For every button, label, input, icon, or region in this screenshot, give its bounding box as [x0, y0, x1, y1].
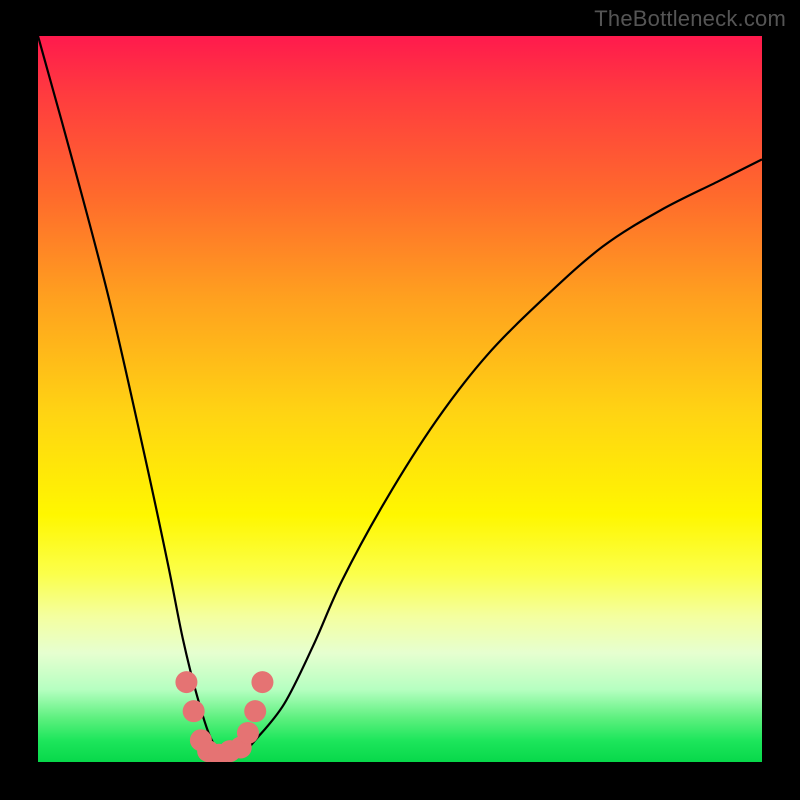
sample-point	[237, 722, 259, 744]
sample-point	[251, 671, 273, 693]
sample-point	[219, 740, 241, 762]
sample-point	[230, 736, 252, 758]
sample-point	[190, 729, 212, 751]
watermark-text: TheBottleneck.com	[594, 6, 786, 32]
points-layer	[38, 36, 762, 762]
sample-points	[175, 671, 273, 762]
sample-point	[244, 700, 266, 722]
sample-point	[183, 700, 205, 722]
sample-point	[175, 671, 197, 693]
chart-frame: TheBottleneck.com	[0, 0, 800, 800]
sample-point	[208, 744, 230, 762]
bottleneck-curve	[38, 36, 762, 757]
sample-point	[197, 740, 219, 762]
curve-layer	[38, 36, 762, 762]
plot-area	[38, 36, 762, 762]
